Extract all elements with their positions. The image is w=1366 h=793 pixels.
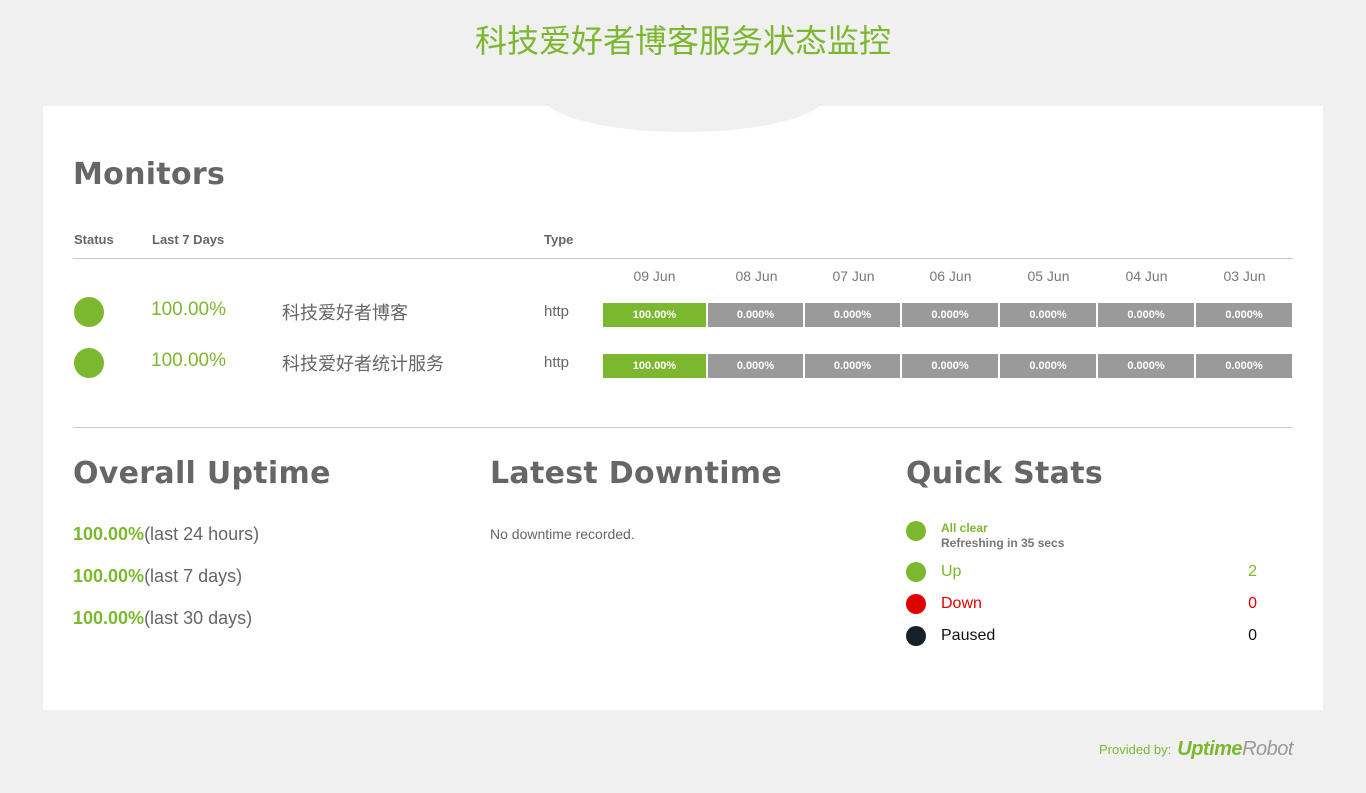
stat-paused-dot bbox=[906, 626, 926, 646]
monitors-title: Monitors bbox=[73, 157, 226, 192]
daily-uptime-bar[interactable]: 0.000% bbox=[1196, 303, 1292, 327]
refresh-countdown: Refreshing in 35 secs bbox=[941, 536, 1065, 550]
stat-up-dot bbox=[906, 562, 926, 582]
stat-up-label: Up bbox=[941, 563, 962, 580]
date-label: 04 Jun bbox=[1125, 268, 1168, 284]
date-label: 05 Jun bbox=[1027, 268, 1070, 284]
daily-uptime-bar[interactable]: 0.000% bbox=[1000, 303, 1096, 327]
card-notch bbox=[543, 106, 825, 132]
quick-stats-title: Quick Stats bbox=[906, 456, 1104, 491]
logo-text-uptime: Uptime bbox=[1177, 738, 1243, 760]
provided-by-label: Provided by: bbox=[1099, 742, 1172, 757]
stat-up-count: 2 bbox=[1248, 563, 1257, 580]
overall-period: (last 30 days) bbox=[144, 608, 253, 628]
date-label: 08 Jun bbox=[735, 268, 778, 284]
stat-paused-count: 0 bbox=[1248, 627, 1257, 644]
logo-text-robot: Robot bbox=[1242, 738, 1293, 760]
all-clear-label: All clear bbox=[941, 521, 988, 535]
overall-uptime-24h: 100.00%(last 24 hours) bbox=[73, 524, 259, 545]
overall-uptime-7d: 100.00%(last 7 days) bbox=[73, 566, 242, 587]
downtime-message: No downtime recorded. bbox=[490, 526, 635, 542]
overall-pct: 100.00% bbox=[73, 608, 145, 628]
overall-uptime-30d: 100.00%(last 30 days) bbox=[73, 608, 252, 629]
date-label: 06 Jun bbox=[929, 268, 972, 284]
daily-uptime-bar[interactable]: 0.000% bbox=[902, 354, 998, 378]
overall-uptime-title: Overall Uptime bbox=[73, 456, 331, 491]
page-title: 科技爱好者博客服务状态监控 bbox=[474, 22, 891, 60]
daily-uptime-bar[interactable]: 100.00% bbox=[603, 354, 706, 378]
daily-uptime-bar[interactable]: 0.000% bbox=[902, 303, 998, 327]
daily-uptime-bar[interactable]: 0.000% bbox=[1196, 354, 1292, 378]
daily-uptime-bar[interactable]: 0.000% bbox=[805, 354, 900, 378]
monitor-type: http bbox=[544, 354, 570, 371]
monitor-uptime: 100.00% bbox=[151, 299, 227, 320]
latest-downtime-title: Latest Downtime bbox=[490, 456, 783, 491]
daily-uptime-bar[interactable]: 0.000% bbox=[1098, 354, 1194, 378]
overall-period: (last 24 hours) bbox=[144, 524, 260, 544]
daily-uptime-bar[interactable]: 0.000% bbox=[708, 303, 803, 327]
monitor-uptime: 100.00% bbox=[151, 350, 227, 371]
daily-uptime-bar[interactable]: 0.000% bbox=[1098, 303, 1194, 327]
header-last-7-days: Last 7 Days bbox=[152, 232, 225, 247]
stat-down-count: 0 bbox=[1248, 595, 1257, 612]
all-clear-dot bbox=[906, 521, 926, 541]
header-type: Type bbox=[544, 232, 574, 247]
monitor-type: http bbox=[544, 303, 570, 320]
overall-pct: 100.00% bbox=[73, 566, 145, 586]
daily-uptime-bar[interactable]: 0.000% bbox=[708, 354, 803, 378]
daily-uptime-bar[interactable]: 0.000% bbox=[805, 303, 900, 327]
header-status: Status bbox=[74, 232, 114, 247]
status-up-dot bbox=[74, 297, 104, 327]
daily-uptime-bar[interactable]: 0.000% bbox=[1000, 354, 1096, 378]
date-label: 09 Jun bbox=[633, 268, 676, 284]
overall-period: (last 7 days) bbox=[144, 566, 243, 586]
status-up-dot bbox=[74, 348, 104, 378]
stat-down-dot bbox=[906, 594, 926, 614]
section-divider bbox=[73, 427, 1293, 428]
date-label: 03 Jun bbox=[1223, 268, 1266, 284]
footer: Provided by: UptimeRobot bbox=[1099, 738, 1293, 761]
overall-pct: 100.00% bbox=[73, 524, 145, 544]
header-divider bbox=[73, 258, 1293, 259]
stat-paused-label: Paused bbox=[941, 627, 996, 644]
monitor-name[interactable]: 科技爱好者博客 bbox=[282, 299, 408, 325]
monitor-name[interactable]: 科技爱好者统计服务 bbox=[282, 350, 444, 376]
daily-uptime-bar[interactable]: 100.00% bbox=[603, 303, 706, 327]
stat-down-label: Down bbox=[941, 595, 982, 612]
uptimerobot-logo[interactable]: UptimeRobot bbox=[1177, 738, 1293, 761]
date-label: 07 Jun bbox=[832, 268, 875, 284]
